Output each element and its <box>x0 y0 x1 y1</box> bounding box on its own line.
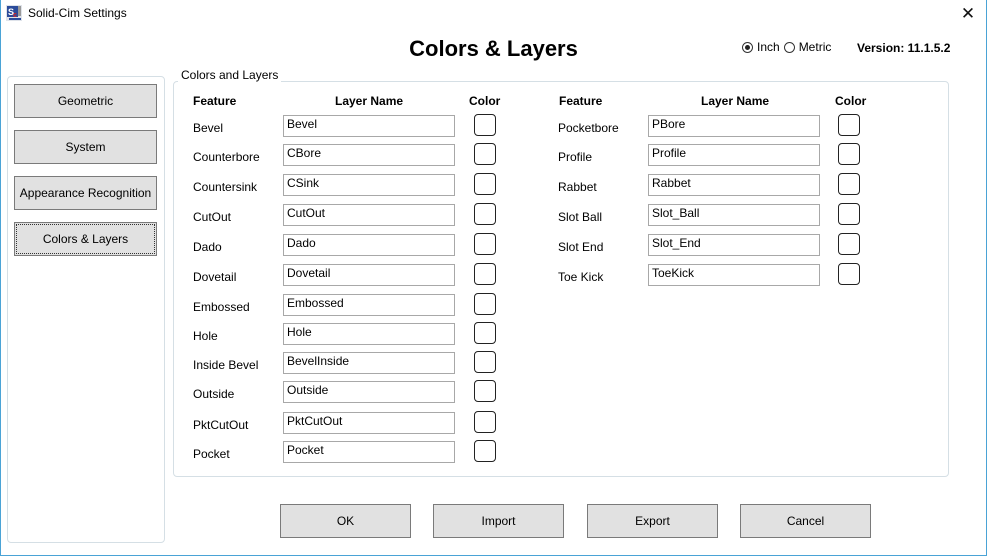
feature-label: Toe Kick <box>558 270 604 284</box>
radio-inch-label: Inch <box>757 40 780 54</box>
layer-name-input[interactable]: Outside <box>283 381 455 403</box>
color-picker-button[interactable] <box>474 143 496 165</box>
color-picker-button[interactable] <box>474 351 496 373</box>
sidebar-item-system[interactable]: System <box>14 130 157 164</box>
feature-label: Hole <box>193 329 218 343</box>
layer-name-input[interactable]: Rabbet <box>648 174 820 196</box>
feature-label: Rabbet <box>558 180 597 194</box>
color-picker-button[interactable] <box>474 380 496 402</box>
color-picker-button[interactable] <box>474 233 496 255</box>
header-color-left: Color <box>469 94 501 108</box>
header-color-right: Color <box>835 94 867 108</box>
group-legend: Colors and Layers <box>178 68 282 82</box>
header-layer-name-left: Layer Name <box>335 94 404 108</box>
feature-label: Profile <box>558 150 593 164</box>
layer-name-input[interactable]: Profile <box>648 144 820 166</box>
feature-label: Pocketbore <box>558 121 619 135</box>
radio-inch-indicator[interactable] <box>742 41 753 53</box>
sidebar-item-geometric[interactable]: Geometric <box>14 84 157 118</box>
page-title: Colors & Layers <box>409 36 578 61</box>
radio-metric-indicator[interactable] <box>783 41 795 53</box>
color-picker-button[interactable] <box>474 411 496 433</box>
layer-name-input[interactable]: Slot_Ball <box>648 204 820 226</box>
layer-name-input[interactable]: ToeKick <box>648 264 820 286</box>
layer-name-input[interactable]: Bevel <box>283 115 455 137</box>
layer-name-input[interactable]: BevelInside <box>283 352 455 374</box>
layer-name-input[interactable]: PBore <box>648 115 820 137</box>
feature-label: CutOut <box>193 210 232 224</box>
layer-name-input[interactable]: Hole <box>283 323 455 345</box>
svg-text:c: c <box>13 12 17 19</box>
color-picker-button[interactable] <box>838 203 860 225</box>
layer-name-input[interactable]: Dovetail <box>283 264 455 286</box>
color-picker-button[interactable] <box>474 293 496 315</box>
color-picker-button[interactable] <box>474 440 496 462</box>
layer-name-input[interactable]: Slot_End <box>648 234 820 256</box>
color-picker-button[interactable] <box>474 322 496 344</box>
color-picker-button[interactable] <box>474 203 496 225</box>
header-layer-name-right: Layer Name <box>701 94 770 108</box>
close-button[interactable]: ✕ <box>956 3 980 25</box>
feature-label: Pocket <box>193 447 230 461</box>
color-picker-button[interactable] <box>838 143 860 165</box>
feature-label: Dado <box>193 240 222 254</box>
layer-name-input[interactable]: CutOut <box>283 204 455 226</box>
color-picker-button[interactable] <box>838 173 860 195</box>
feature-label: Bevel <box>193 121 224 135</box>
sidebar-item-appearance-recognition[interactable]: Appearance Recognition <box>14 176 157 210</box>
feature-label: Countersink <box>193 180 258 194</box>
color-picker-button[interactable] <box>838 263 860 285</box>
radio-selected-dot <box>745 44 750 50</box>
feature-label: Counterbore <box>193 150 260 164</box>
layer-name-input[interactable]: CBore <box>283 144 455 166</box>
close-icon: ✕ <box>960 4 976 23</box>
layer-name-input[interactable]: Pocket <box>283 441 455 463</box>
app-logo-icon: S c <box>6 5 22 21</box>
ok-button[interactable]: OK <box>280 504 411 538</box>
radio-inch[interactable]: Inch <box>742 40 780 54</box>
feature-label: Outside <box>193 387 235 401</box>
export-button[interactable]: Export <box>587 504 718 538</box>
header-feature-right: Feature <box>559 94 603 108</box>
color-picker-button[interactable] <box>838 114 860 136</box>
color-picker-button[interactable] <box>838 233 860 255</box>
color-picker-button[interactable] <box>474 114 496 136</box>
version-label: Version: 11.1.5.2 <box>857 41 951 55</box>
color-picker-button[interactable] <box>474 173 496 195</box>
feature-label: Inside Bevel <box>193 358 259 372</box>
radio-metric-label: Metric <box>798 40 832 54</box>
feature-label: Slot Ball <box>558 210 603 224</box>
feature-label: Slot End <box>558 240 604 254</box>
radio-metric[interactable]: Metric <box>783 40 832 54</box>
feature-label: Embossed <box>193 300 250 314</box>
layer-name-input[interactable]: PktCutOut <box>283 412 455 434</box>
settings-window: S c Solid-Cim Settings ✕ Colors & Layers… <box>0 0 987 556</box>
feature-label: Dovetail <box>193 270 237 284</box>
import-button[interactable]: Import <box>433 504 564 538</box>
sidebar-item-colors-layers[interactable]: Colors & Layers <box>14 222 157 256</box>
color-picker-button[interactable] <box>474 263 496 285</box>
layer-name-input[interactable]: Embossed <box>283 294 455 316</box>
feature-label: PktCutOut <box>193 418 249 432</box>
title-bar: S c Solid-Cim Settings ✕ <box>1 0 986 28</box>
cancel-button[interactable]: Cancel <box>740 504 871 538</box>
window-title: Solid-Cim Settings <box>28 6 127 20</box>
layer-name-input[interactable]: Dado <box>283 234 455 256</box>
header-feature-left: Feature <box>193 94 237 108</box>
layer-name-input[interactable]: CSink <box>283 174 455 196</box>
units-radio-group: Inch Metric <box>742 40 835 54</box>
